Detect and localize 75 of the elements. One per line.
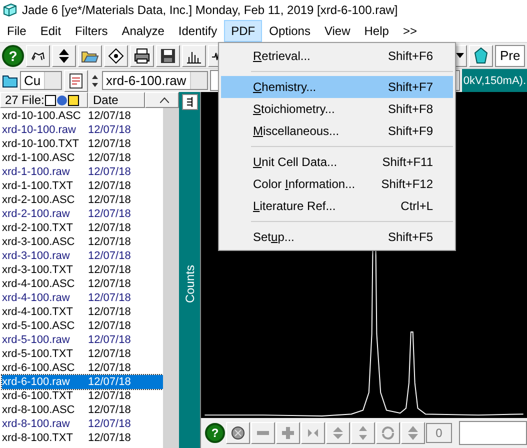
file-row[interactable]: xrd-3-100.ASC 12/07/18 bbox=[2, 235, 163, 249]
menu-item[interactable]: Filters bbox=[68, 20, 115, 42]
file-row[interactable]: xrd-6-100.raw 12/07/18 bbox=[2, 375, 163, 389]
preset-button[interactable]: Pre bbox=[495, 44, 525, 66]
column-header[interactable]: Date bbox=[88, 92, 145, 108]
up-down-icon[interactable] bbox=[351, 422, 375, 444]
notepad-icon[interactable] bbox=[64, 70, 88, 92]
file-row[interactable]: xrd-4-100.raw 12/07/18 bbox=[2, 291, 163, 305]
bar-peaks-icon[interactable] bbox=[182, 44, 206, 66]
up-down-icon[interactable] bbox=[401, 422, 425, 444]
menu-item[interactable]: Options bbox=[262, 20, 318, 42]
column-header[interactable]: 27 File: bbox=[0, 92, 88, 108]
left-right-icon[interactable] bbox=[301, 422, 325, 444]
file-row[interactable]: xrd-4-100.TXT 12/07/18 bbox=[2, 305, 163, 319]
file-row[interactable]: xrd-4-100.ASC 12/07/18 bbox=[2, 277, 163, 291]
file-row[interactable]: xrd-1-100.ASC 12/07/18 bbox=[2, 151, 163, 165]
menu-item[interactable]: Analyze bbox=[114, 20, 172, 42]
file-row[interactable]: xrd-8-100.TXT 12/07/18 bbox=[2, 431, 163, 445]
file-row[interactable]: xrd-6-100.ASC 12/07/18 bbox=[2, 361, 163, 375]
menu-item[interactable]: Edit bbox=[33, 20, 68, 42]
up-down-arrows-icon[interactable] bbox=[52, 44, 76, 66]
gem-icon[interactable] bbox=[469, 44, 493, 66]
file-row[interactable]: xrd-3-100.TXT 12/07/18 bbox=[2, 263, 163, 277]
file-dropdown[interactable]: xrd-6-100.raw bbox=[102, 71, 208, 90]
printer-icon[interactable] bbox=[130, 44, 154, 66]
open-folder-icon[interactable] bbox=[78, 44, 102, 66]
bars-icon[interactable] bbox=[182, 94, 198, 110]
status-text: 0kV,150mA). bbox=[462, 69, 527, 92]
file-row[interactable]: xrd-10-100.ASC 12/07/18 bbox=[2, 109, 163, 123]
scroll-up-button[interactable] bbox=[145, 92, 179, 108]
input-field[interactable] bbox=[459, 421, 527, 445]
menu-item[interactable]: >> bbox=[396, 20, 424, 42]
up-down-icon[interactable] bbox=[326, 422, 350, 444]
menu-item[interactable]: File bbox=[0, 20, 34, 42]
menu-item[interactable]: View bbox=[317, 20, 358, 42]
menu-item[interactable]: Retrieval... Shift+F6 bbox=[221, 45, 453, 67]
window-title: Jade 6 [ye*/Materials Data, Inc.] Monday, Feb 11, 2019 [xrd-6-100.raw] bbox=[22, 3, 398, 17]
menu-item[interactable]: Literature Ref... Ctrl+L bbox=[221, 195, 453, 217]
scrollbar[interactable] bbox=[163, 108, 179, 448]
cancel-icon[interactable] bbox=[226, 422, 250, 444]
file-row[interactable]: xrd-2-100.raw 12/07/18 bbox=[2, 207, 163, 221]
menu-item[interactable]: PDF bbox=[224, 20, 262, 42]
file-row[interactable]: xrd-2-100.ASC 12/07/18 bbox=[2, 193, 163, 207]
folder-icon[interactable] bbox=[2, 74, 18, 88]
file-row[interactable]: xrd-6-100.TXT 12/07/18 bbox=[2, 389, 163, 403]
axis-label: Counts bbox=[182, 265, 196, 304]
menu-item[interactable]: Stoichiometry... Shift+F8 bbox=[221, 98, 453, 120]
file-row[interactable]: xrd-8-100.raw 12/07/18 bbox=[2, 417, 163, 431]
file-row[interactable]: xrd-5-100.raw 12/07/18 bbox=[2, 333, 163, 347]
app-icon bbox=[3, 3, 17, 17]
menu-item[interactable]: Help bbox=[357, 20, 396, 42]
help-button[interactable]: ? bbox=[2, 44, 24, 66]
value-field[interactable]: 0 bbox=[426, 423, 452, 443]
file-row[interactable]: xrd-5-100.ASC 12/07/18 bbox=[2, 319, 163, 333]
menu-item[interactable]: Color Information... Shift+F12 bbox=[221, 173, 453, 195]
caret-icon bbox=[456, 53, 464, 58]
plus-icon[interactable] bbox=[276, 422, 300, 444]
refresh-icon[interactable] bbox=[376, 422, 400, 444]
file-row[interactable]: xrd-8-100.ASC 12/07/18 bbox=[2, 403, 163, 417]
menu-item[interactable]: Identify bbox=[171, 20, 224, 42]
file-row[interactable]: xrd-10-100.raw 12/07/18 bbox=[2, 123, 163, 137]
file-row[interactable]: xrd-1-100.TXT 12/07/18 bbox=[2, 179, 163, 193]
file-row[interactable]: xrd-3-100.raw 12/07/18 bbox=[2, 249, 163, 263]
menu-item[interactable]: Unit Cell Data... Shift+F11 bbox=[221, 151, 453, 173]
floppy-icon[interactable] bbox=[156, 44, 180, 66]
menu-item[interactable]: Setup... Shift+F5 bbox=[221, 226, 453, 248]
file-row[interactable]: xrd-1-100.raw 12/07/18 bbox=[2, 165, 163, 179]
menu-item[interactable]: Miscellaneous... Shift+F9 bbox=[221, 120, 453, 142]
menu-item[interactable]: Chemistry... Shift+F7 bbox=[221, 76, 453, 98]
element-dropdown[interactable]: Cu bbox=[20, 71, 62, 90]
filter-icons bbox=[45, 94, 80, 106]
file-row[interactable]: xrd-10-100.TXT 12/07/18 bbox=[2, 137, 163, 151]
file-row[interactable]: xrd-5-100.TXT 12/07/18 bbox=[2, 347, 163, 361]
file-row[interactable]: xrd-2-100.TXT 12/07/18 bbox=[2, 221, 163, 235]
help-button[interactable]: ? bbox=[205, 423, 225, 443]
